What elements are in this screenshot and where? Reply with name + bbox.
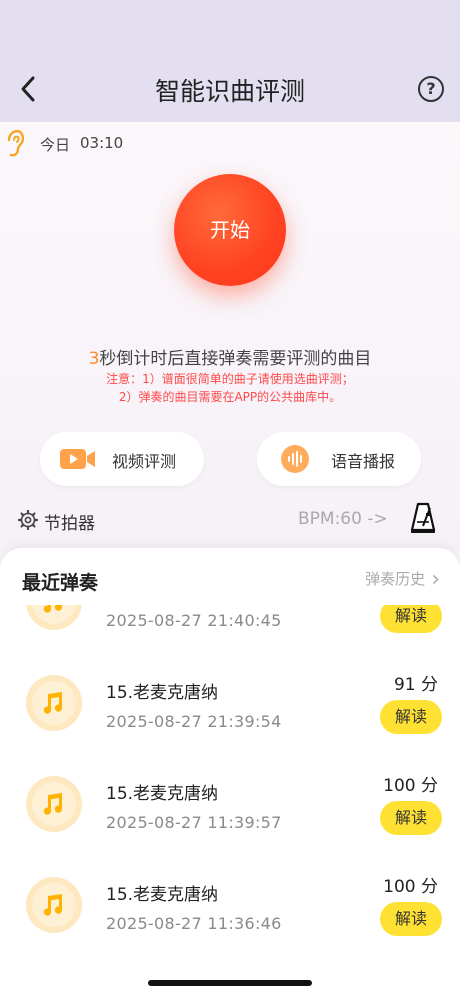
video-camera-icon (60, 449, 95, 469)
recent-plays-list[interactable]: 2025-08-27 21:40:45 解读 15.老麦克唐纳 2025-08-… (0, 605, 460, 985)
interpret-button[interactable]: 解读 (380, 700, 442, 734)
recent-plays-panel: 最近弹奏 弹奏历史 › 2025-08-27 21:40:45 解读 15.老麦克… (0, 548, 460, 997)
score: 100 分 (383, 877, 438, 897)
play-history-label: 弹奏历史 (365, 570, 426, 588)
start-button[interactable]: 开始 (174, 174, 286, 286)
note-line-2: 2）弹奏的曲目需要在APP的公共曲库中。 (118, 390, 342, 404)
play-time: 2025-08-27 11:39:57 (106, 813, 282, 832)
song-title: 15.老麦克唐纳 (106, 784, 219, 804)
note-line-1: 注意：1）谱面很简单的曲子请使用选曲评测； (106, 372, 354, 386)
gear-icon (18, 510, 38, 530)
recent-plays-title: 最近弹奏 (22, 572, 99, 594)
interpret-button[interactable]: 解读 (380, 801, 442, 835)
play-time: 2025-08-27 21:39:54 (106, 712, 282, 731)
status-bar (0, 0, 460, 60)
metronome-label: 节拍器 (44, 514, 95, 534)
countdown-number: 3 (88, 349, 100, 369)
interpret-button[interactable]: 解读 (380, 605, 442, 633)
help-circle-icon[interactable]: ? (418, 76, 444, 102)
page-title: 智能识曲评测 (154, 77, 305, 106)
interpret-button[interactable]: 解读 (380, 902, 442, 936)
nav-bar: 智能识曲评测 ? (0, 60, 460, 122)
evaluation-area: 今日 03:10 开始 3秒倒计时后直接弹奏需要评测的曲目 注意：1）谱面很简单… (0, 122, 460, 552)
song-title: 15.老麦克唐纳 (106, 683, 219, 703)
ear-icon (7, 130, 24, 157)
list-item[interactable]: 15.老麦克唐纳 2025-08-27 11:36:46 100 分 解读 (0, 854, 460, 955)
play-history-link[interactable]: 弹奏历史 › (359, 567, 440, 592)
score: 100 分 (383, 776, 438, 796)
list-item[interactable]: 15.老麦克唐纳 2025-08-27 21:39:54 91 分 解读 (0, 652, 460, 753)
music-note-icon (26, 675, 82, 731)
music-note-icon (26, 877, 82, 933)
today-label: 今日 (40, 136, 71, 154)
play-time: 2025-08-27 21:40:45 (106, 611, 282, 630)
score: 91 分 (393, 675, 438, 695)
bpm-setting[interactable]: BPM:60 -> (298, 509, 388, 529)
music-note-icon (26, 776, 82, 832)
voice-broadcast-label: 语音播报 (331, 452, 396, 471)
list-item[interactable]: 15.老麦克唐纳 2025-08-27 11:39:57 100 分 解读 (0, 753, 460, 854)
video-evaluation-label: 视频评测 (112, 452, 177, 471)
music-note-icon (26, 605, 82, 630)
song-title: 15.老麦克唐纳 (106, 885, 219, 905)
voice-wave-icon (281, 445, 309, 473)
countdown-instruction: 3秒倒计时后直接弹奏需要评测的曲目 (0, 344, 460, 369)
home-indicator (148, 980, 312, 986)
video-evaluation-button[interactable]: 视频评测 (40, 432, 204, 486)
metronome-icon[interactable] (410, 502, 436, 534)
voice-broadcast-button[interactable]: 语音播报 (257, 432, 421, 486)
chevron-right-icon: › (431, 567, 440, 592)
countdown-text: 秒倒计时后直接弹奏需要评测的曲目 (99, 349, 372, 369)
list-item[interactable]: 2025-08-27 21:40:45 解读 (0, 605, 460, 652)
today-practice-time: 03:10 (80, 134, 124, 152)
play-time: 2025-08-27 11:36:46 (106, 914, 282, 933)
